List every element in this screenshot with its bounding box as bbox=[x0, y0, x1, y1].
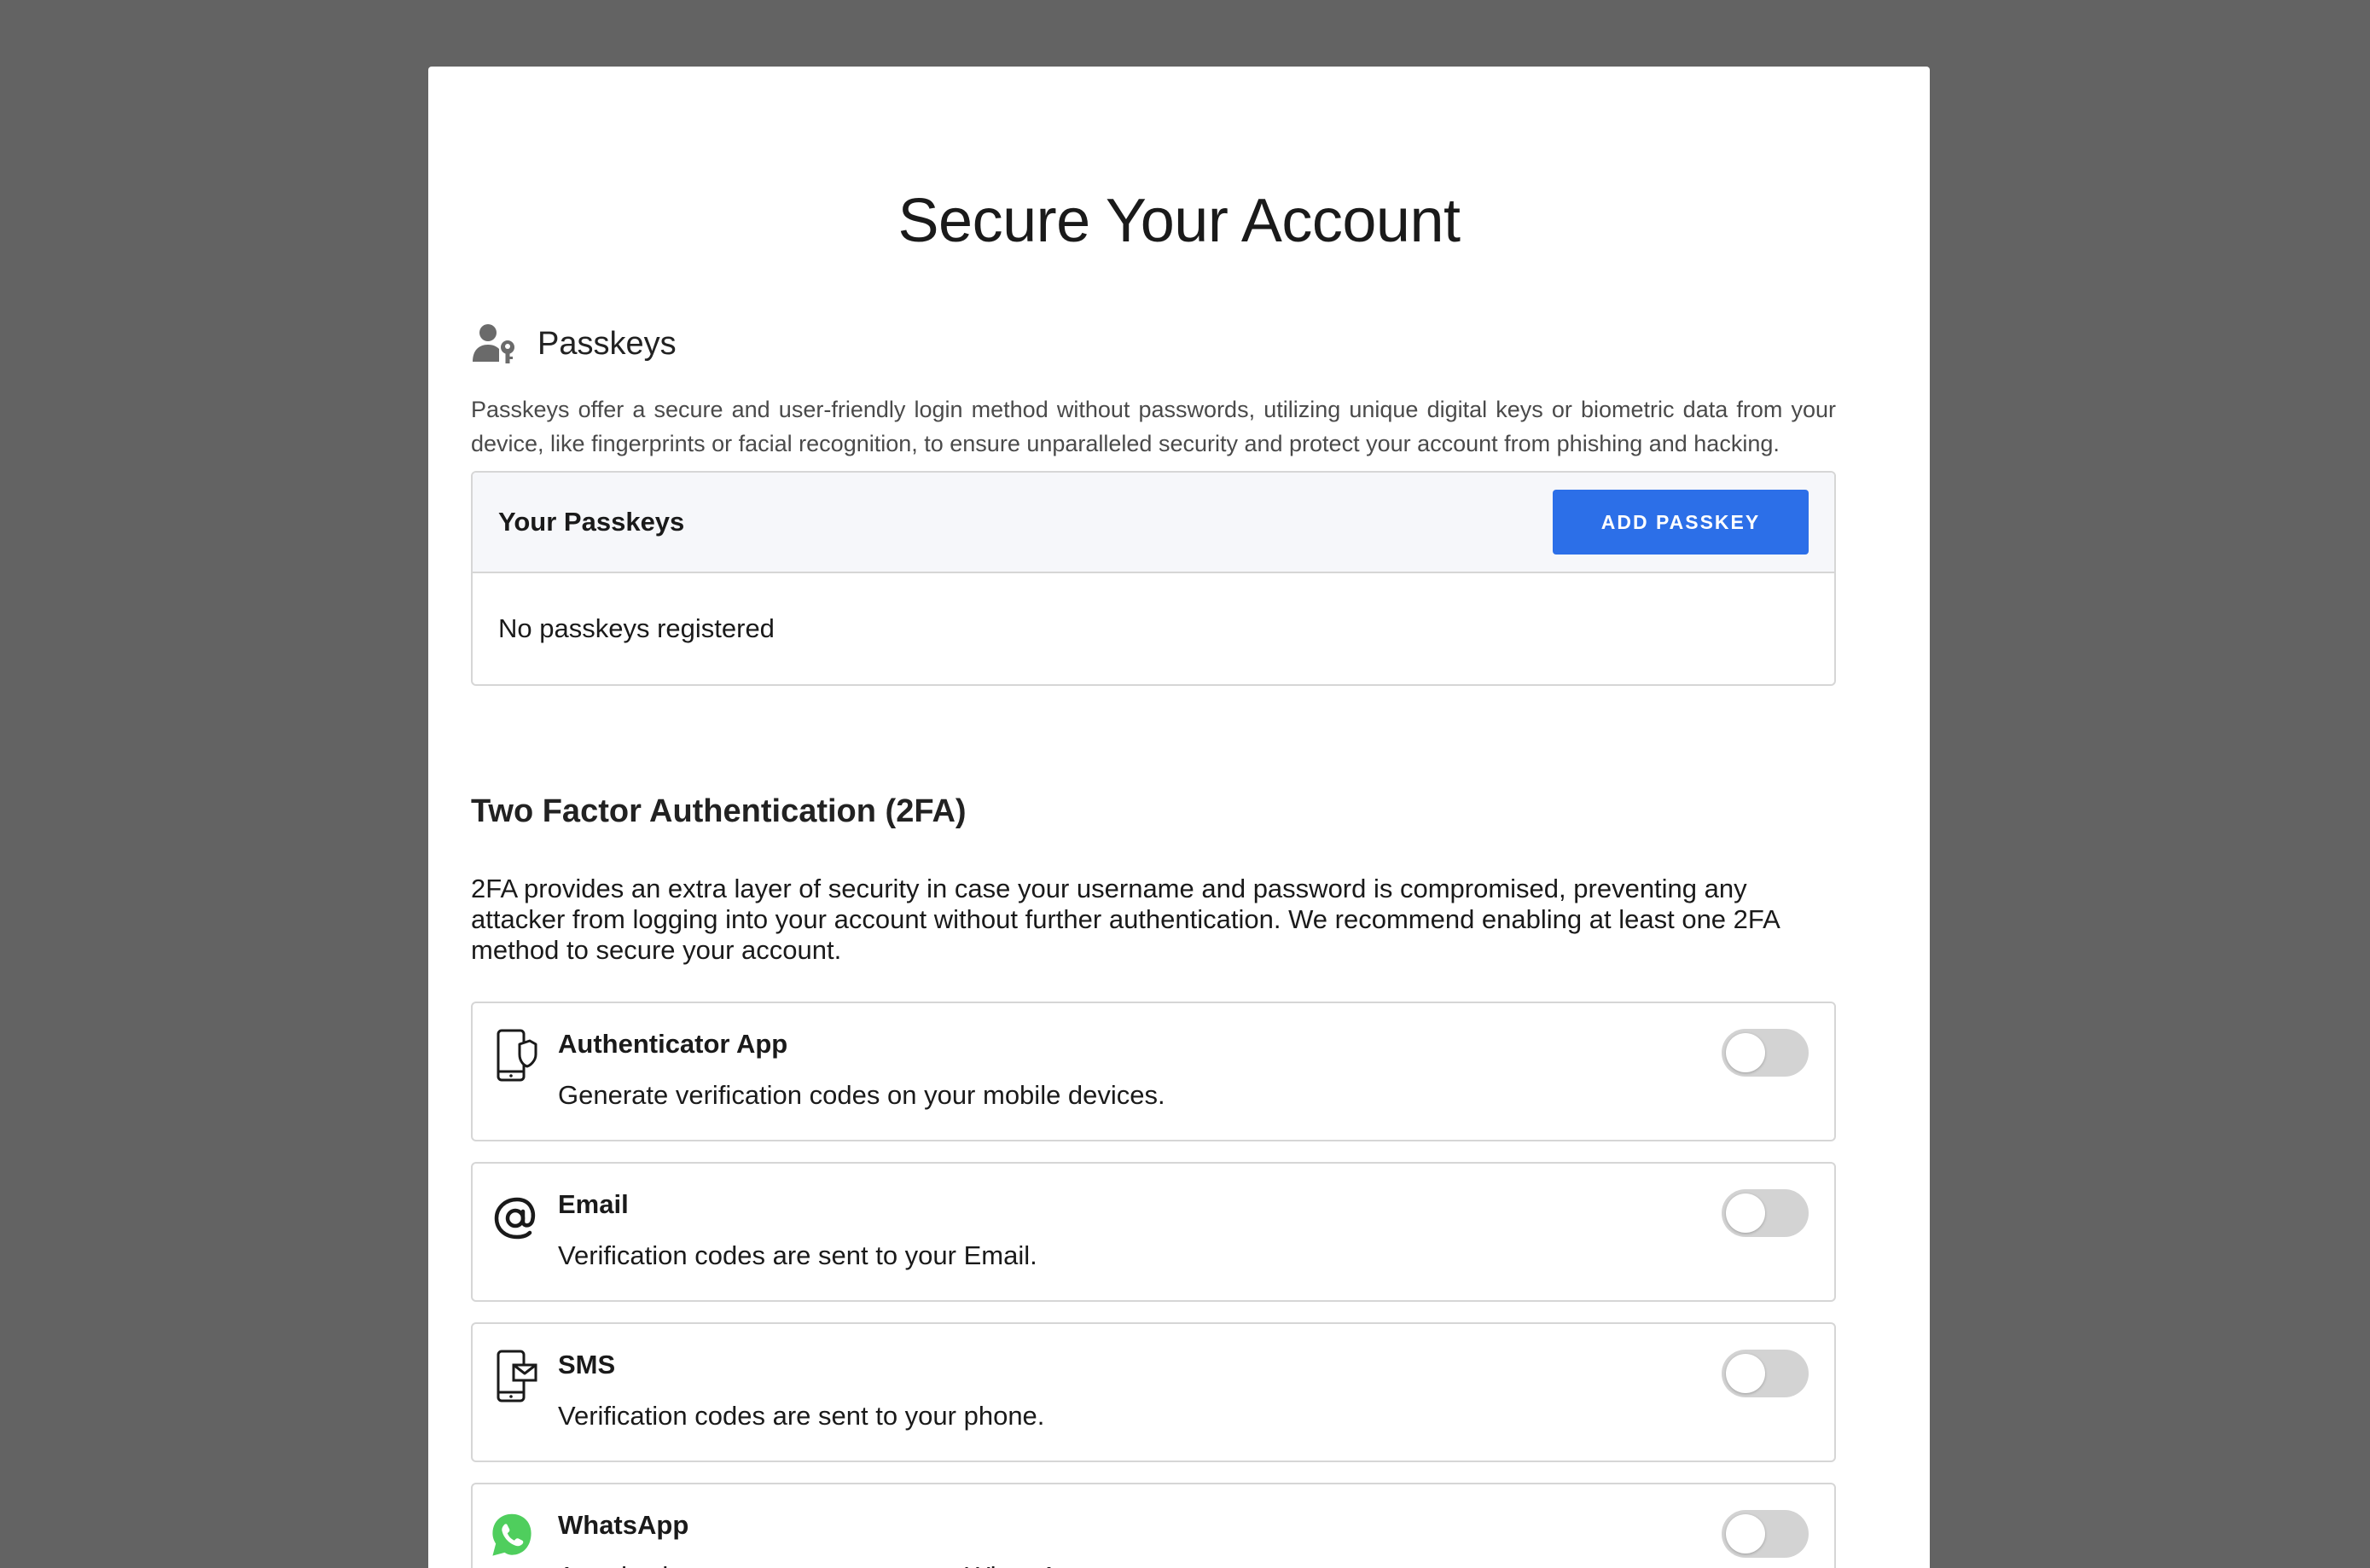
method-title: SMS bbox=[558, 1350, 616, 1379]
passkeys-section-header: Passkeys bbox=[471, 318, 677, 369]
at-sign-icon bbox=[494, 1197, 535, 1240]
method-subtitle: Autorization message sent to your WhatsA… bbox=[558, 1561, 1194, 1568]
passkeys-list-heading: Your Passkeys bbox=[498, 507, 685, 537]
toggle-knob bbox=[1726, 1033, 1765, 1072]
method-subtitle: Verification codes are sent to your phon… bbox=[558, 1401, 1045, 1431]
method-title: WhatsApp bbox=[558, 1510, 689, 1540]
authenticator-app-toggle[interactable] bbox=[1722, 1029, 1809, 1077]
method-sms: SMS Verification codes are sent to your … bbox=[471, 1322, 1836, 1462]
phone-shield-icon bbox=[497, 1029, 537, 1082]
two-factor-description: 2FA provides an extra layer of security … bbox=[471, 874, 1780, 965]
email-toggle[interactable] bbox=[1722, 1189, 1809, 1237]
passkeys-heading: Passkeys bbox=[537, 325, 677, 362]
phone-message-icon bbox=[497, 1350, 537, 1402]
whatsapp-toggle[interactable] bbox=[1722, 1510, 1809, 1558]
whatsapp-icon bbox=[492, 1513, 532, 1556]
toggle-knob bbox=[1726, 1514, 1765, 1553]
page-title: Secure Your Account bbox=[897, 187, 1461, 255]
passkeys-empty-message: No passkeys registered bbox=[498, 613, 775, 643]
user-key-icon bbox=[473, 324, 514, 363]
passkeys-list-panel: Your Passkeys ADD PASSKEY No passkeys re… bbox=[471, 471, 1836, 686]
toggle-knob bbox=[1726, 1354, 1765, 1393]
passkeys-description: Passkeys offer a secure and user-friendl… bbox=[471, 397, 1836, 456]
method-title: Authenticator App bbox=[558, 1029, 788, 1059]
sms-toggle[interactable] bbox=[1722, 1350, 1809, 1397]
passkeys-list-header: Your Passkeys ADD PASSKEY bbox=[473, 473, 1834, 573]
method-whatsapp: WhatsApp Autorization message sent to yo… bbox=[471, 1483, 1836, 1568]
two-factor-heading: Two Factor Authentication (2FA) bbox=[471, 793, 967, 829]
method-authenticator-app: Authenticator App Generate verification … bbox=[471, 1002, 1836, 1141]
security-card: Secure Your Account Passkeys Passkeys of… bbox=[428, 67, 1930, 1568]
method-subtitle: Generate verification codes on your mobi… bbox=[558, 1080, 1165, 1110]
toggle-knob bbox=[1726, 1193, 1765, 1233]
add-passkey-button[interactable]: ADD PASSKEY bbox=[1553, 490, 1809, 555]
two-factor-methods-list: Authenticator App Generate verification … bbox=[471, 1002, 1836, 1568]
method-email: Email Verification codes are sent to you… bbox=[471, 1162, 1836, 1302]
method-subtitle: Verification codes are sent to your Emai… bbox=[558, 1240, 1037, 1270]
method-title: Email bbox=[558, 1189, 629, 1219]
